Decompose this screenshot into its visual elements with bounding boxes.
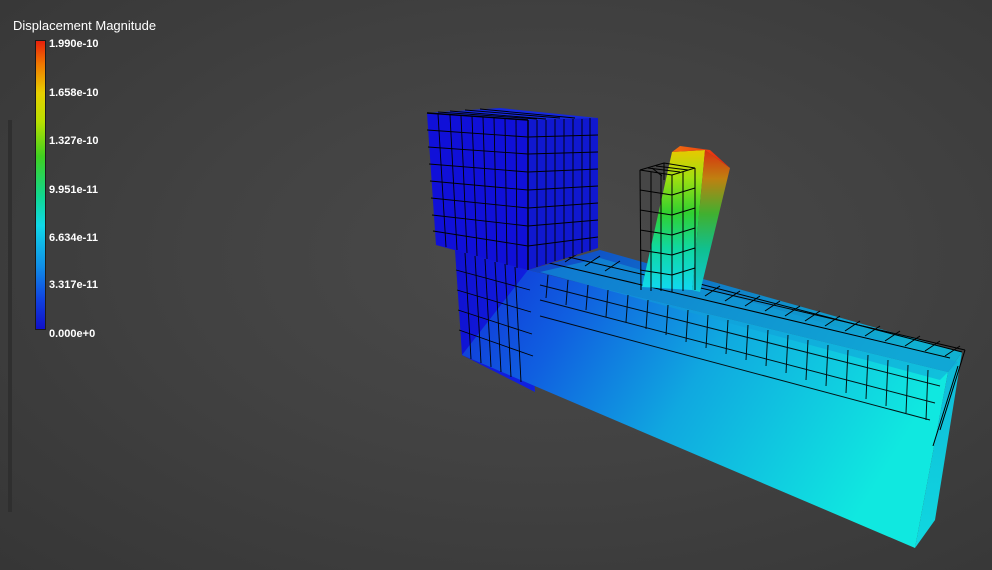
legend-label-1: 3.317e-11 — [49, 279, 98, 291]
legend-title: Displacement Magnitude — [13, 18, 157, 33]
legend-label-4: 1.327e-10 — [49, 135, 99, 147]
legend-label-max: 1.990e-10 — [49, 38, 99, 50]
cube-front-face — [427, 113, 528, 270]
cube-right-face — [528, 118, 598, 270]
legend-label-3: 9.951e-11 — [49, 184, 98, 196]
legend-label-5: 1.658e-10 — [49, 87, 99, 99]
legend-label-min: 0.000e+0 — [49, 328, 96, 340]
legend-colorbar — [35, 40, 46, 330]
color-legend: Displacement Magnitude 1.990e-10 1.658e-… — [12, 16, 192, 346]
legend-label-2: 6.634e-11 — [49, 232, 98, 244]
